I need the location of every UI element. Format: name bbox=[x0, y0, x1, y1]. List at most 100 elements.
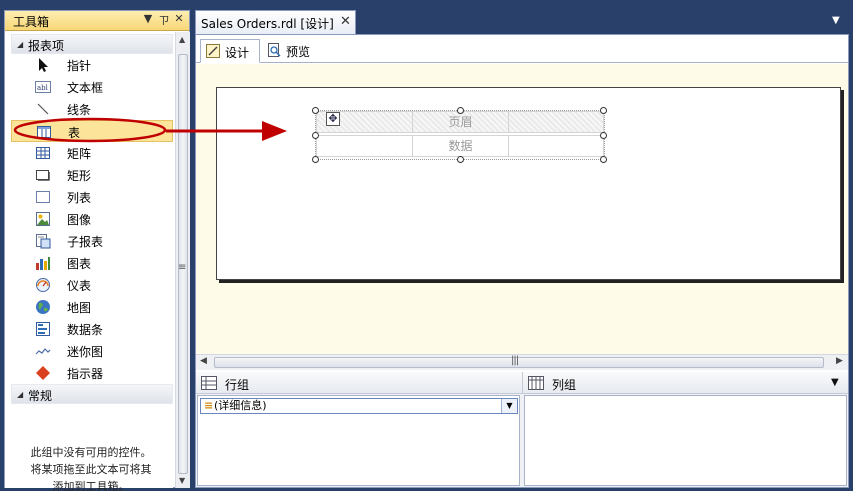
grouping-pane: 行组 列组 ▼ ≡ (详细信息) ▼ bbox=[196, 372, 848, 487]
toolbox-item-matrix[interactable]: 矩阵 bbox=[11, 142, 173, 164]
hint-line: 将某项拖至此文本可将其 bbox=[30, 463, 152, 476]
resize-handle[interactable] bbox=[312, 132, 319, 139]
resize-handle[interactable] bbox=[600, 156, 607, 163]
canvas-horizontal-scrollbar[interactable]: ◀ ||| ▶ bbox=[196, 354, 848, 370]
toolbox-panel: 工具箱 ▼ ㄗ ✕ ◢ 报表项 指针 abl 文本框 线条 表 矩阵 矩形 列表… bbox=[4, 10, 190, 491]
column-groups-header: 列组 ▼ bbox=[522, 372, 848, 394]
grip-icon: ≡ bbox=[178, 262, 187, 273]
resize-handle[interactable] bbox=[600, 107, 607, 114]
tab-label: 预览 bbox=[286, 45, 311, 59]
resize-handle[interactable] bbox=[457, 107, 464, 114]
table-data-cell[interactable] bbox=[316, 135, 413, 157]
toolbox-item-label: 矩形 bbox=[67, 169, 92, 183]
table-header-cell[interactable] bbox=[508, 111, 604, 133]
design-canvas[interactable]: 页眉 数据 ✥ bbox=[196, 64, 848, 354]
toolbox-close-icon[interactable]: ✕ bbox=[172, 12, 186, 25]
table-data-cell[interactable]: 数据 bbox=[412, 135, 509, 157]
sparkline-icon bbox=[35, 348, 51, 355]
design-icon bbox=[206, 44, 220, 58]
list-icon bbox=[36, 191, 50, 203]
row-groups-list[interactable]: ≡ (详细信息) ▼ bbox=[197, 395, 520, 486]
subreport-icon bbox=[36, 234, 51, 249]
move-handle-icon[interactable]: ✥ bbox=[326, 112, 340, 126]
close-icon[interactable]: ✕ bbox=[340, 14, 351, 29]
toolbox-item-label: 表 bbox=[68, 126, 81, 140]
toolbox-item-databar[interactable]: 数据条 bbox=[11, 318, 173, 340]
scroll-left-icon[interactable]: ◀ bbox=[200, 356, 207, 366]
toolbox-item-label: 线条 bbox=[67, 103, 92, 117]
toolbox-item-label: 地图 bbox=[67, 301, 92, 315]
chevron-down-icon[interactable]: ▼ bbox=[831, 377, 839, 388]
chevron-down-icon[interactable]: ▼ bbox=[501, 399, 517, 413]
toolbox-item-label: 数据条 bbox=[67, 323, 104, 337]
textbox-icon: abl bbox=[35, 81, 51, 93]
column-groups-list[interactable] bbox=[524, 395, 847, 486]
image-icon bbox=[36, 212, 50, 226]
scroll-up-icon[interactable]: ▲ bbox=[179, 35, 185, 44]
toolbox-item-rectangle[interactable]: 矩形 bbox=[11, 164, 173, 186]
row-groups-header: 行组 bbox=[196, 372, 522, 394]
svg-text:abl: abl bbox=[37, 84, 49, 92]
resize-handle[interactable] bbox=[312, 156, 319, 163]
section-report-items[interactable]: ◢ 报表项 bbox=[11, 34, 173, 54]
detail-group-item[interactable]: ≡ (详细信息) ▼ bbox=[200, 398, 518, 414]
row-groups-icon bbox=[201, 376, 217, 390]
toolbox-item-image[interactable]: 图像 bbox=[11, 208, 173, 230]
resize-handle[interactable] bbox=[312, 107, 319, 114]
report-body[interactable]: 页眉 数据 ✥ bbox=[216, 87, 841, 280]
toolbox-item-textbox[interactable]: abl 文本框 bbox=[11, 76, 173, 98]
toolbox-item-indicator[interactable]: 指示器 bbox=[11, 362, 173, 384]
preview-icon bbox=[268, 43, 281, 57]
toolbox-item-label: 图像 bbox=[67, 213, 92, 227]
toolbox-item-map[interactable]: 地图 bbox=[11, 296, 173, 318]
scroll-down-icon[interactable]: ▼ bbox=[179, 476, 185, 485]
chart-icon bbox=[36, 257, 50, 270]
toolbox-item-subreport[interactable]: 子报表 bbox=[11, 230, 173, 252]
resize-handle[interactable] bbox=[457, 156, 464, 163]
toolbox-item-line[interactable]: 线条 bbox=[11, 98, 173, 120]
matrix-icon bbox=[36, 147, 50, 159]
section-label: 报表项 bbox=[28, 39, 65, 53]
table-icon bbox=[37, 126, 51, 138]
toolbox-item-table[interactable]: 表 bbox=[11, 120, 173, 142]
section-label: 常规 bbox=[28, 389, 53, 403]
toolbox-item-label: 指示器 bbox=[67, 367, 104, 381]
table-region[interactable]: 页眉 数据 ✥ bbox=[312, 107, 607, 163]
toolbox-item-label: 矩阵 bbox=[67, 147, 92, 161]
canvas-scroll-thumb[interactable]: ||| bbox=[214, 355, 824, 368]
toolbox-item-label: 迷你图 bbox=[67, 345, 104, 359]
toolbox-item-pointer[interactable]: 指针 bbox=[11, 54, 173, 76]
toolbox-scrollbar[interactable]: ▲ ≡ ▼ bbox=[175, 32, 190, 488]
tab-label: 设计 bbox=[225, 46, 250, 60]
scroll-right-icon[interactable]: ▶ bbox=[836, 356, 843, 366]
toolbox-item-list[interactable]: 列表 bbox=[11, 186, 173, 208]
toolbox-item-label: 列表 bbox=[67, 191, 92, 205]
column-groups-icon bbox=[528, 376, 544, 390]
tab-design[interactable]: 设计 bbox=[200, 39, 260, 63]
section-general[interactable]: ◢ 常规 bbox=[11, 384, 173, 404]
pointer-icon bbox=[39, 58, 48, 72]
detail-group-label: (详细信息) bbox=[214, 399, 267, 412]
toolbox-dropdown-icon[interactable]: ▼ bbox=[141, 12, 155, 25]
databar-icon bbox=[36, 322, 50, 336]
row-groups-label: 行组 bbox=[225, 378, 250, 392]
report-designer: 设计 预览 页眉 数据 ✥ ◀ ||| ▶ 行组 列组 ▼ ≡ (详细信息) ▼ bbox=[195, 34, 849, 488]
toolbox-item-sparkline[interactable]: 迷你图 bbox=[11, 340, 173, 362]
collapse-triangle-icon: ◢ bbox=[17, 40, 24, 49]
hint-line: 添加到工具箱。 bbox=[52, 480, 130, 491]
view-tabs: 设计 预览 bbox=[196, 35, 848, 63]
resize-handle[interactable] bbox=[600, 132, 607, 139]
toolbox-pin-icon[interactable]: ㄗ bbox=[157, 12, 171, 28]
document-tab[interactable]: Sales Orders.rdl [设计] ✕ bbox=[195, 10, 356, 34]
table-header-cell[interactable]: 页眉 bbox=[412, 111, 509, 133]
tab-preview[interactable]: 预览 bbox=[262, 39, 322, 63]
toolbox-item-gauge[interactable]: 仪表 bbox=[11, 274, 173, 296]
indicator-icon bbox=[36, 366, 50, 380]
column-groups-label: 列组 bbox=[552, 378, 577, 392]
table-data-cell[interactable] bbox=[508, 135, 604, 157]
map-icon bbox=[36, 300, 50, 314]
toolbox-item-chart[interactable]: 图表 bbox=[11, 252, 173, 274]
gauge-icon bbox=[36, 278, 50, 292]
toolbox-item-label: 文本框 bbox=[67, 81, 104, 95]
tab-list-dropdown-icon[interactable]: ▼ bbox=[832, 15, 840, 26]
